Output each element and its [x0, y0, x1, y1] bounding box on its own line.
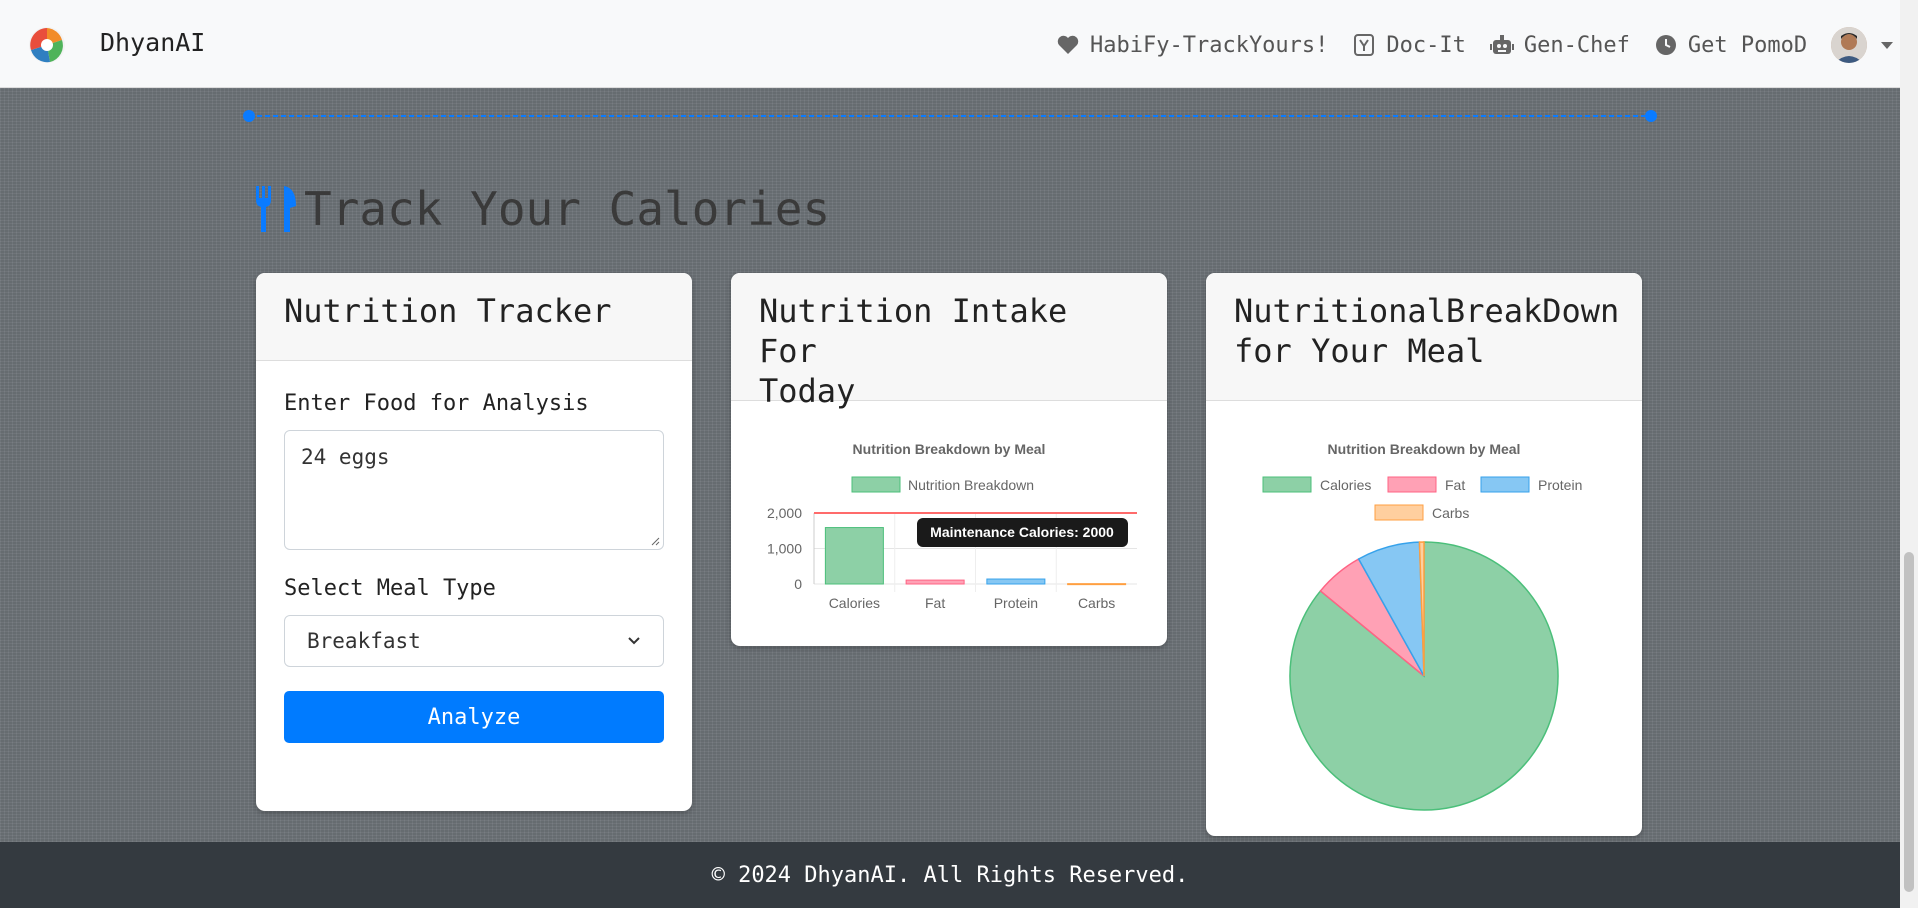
- utensils-icon: [256, 186, 296, 232]
- breakdown-card-title-line2: for Your Meal: [1234, 332, 1485, 370]
- bar-chart-title: Nutrition Breakdown by Meal: [853, 441, 1046, 457]
- bar-x-tick-label: Carbs: [1078, 595, 1115, 611]
- pie-legend-label: Fat: [1445, 477, 1465, 493]
- pie-legend-swatch-carbs: [1374, 504, 1424, 521]
- yahoo-icon: [1352, 33, 1376, 57]
- nutrition-tracker-card: Nutrition Tracker Enter Food for Analysi…: [256, 273, 692, 811]
- nav-pomod-label: Get PomoD: [1687, 32, 1808, 58]
- tooltip-label: Maintenance Calories: 2000: [930, 524, 1114, 540]
- breakdown-card-header: NutritionalBreakDown for Your Meal: [1206, 273, 1642, 401]
- section-heading: Track Your Calories: [254, 182, 830, 236]
- chevron-down-icon: [628, 637, 640, 645]
- bar-carbs: [1067, 583, 1127, 586]
- nav-pomod-link[interactable]: Get PomoD: [1654, 28, 1807, 62]
- bar-protein: [986, 578, 1046, 585]
- bar-y-tick-label: 1,000: [767, 541, 802, 557]
- food-textarea-value: 24 eggs: [301, 445, 390, 469]
- nav-habify-label: HabiFy-TrackYours!: [1090, 32, 1329, 58]
- page-title: Track Your Calories: [304, 182, 831, 236]
- bar-x-tick-label: Fat: [925, 595, 945, 611]
- user-menu-caret-icon[interactable]: [1881, 41, 1894, 49]
- pie-chart-title: Nutrition Breakdown by Meal: [1328, 441, 1521, 457]
- pie-legend-swatch-calories: [1262, 476, 1312, 493]
- bar-x-tick-label: Protein: [994, 595, 1038, 611]
- brand-logo[interactable]: [28, 26, 66, 64]
- nutrition-intake-card: Nutrition Intake For Today Nutrition Bre…: [731, 273, 1167, 646]
- tracker-card-title: Nutrition Tracker: [284, 292, 612, 330]
- nav-links: HabiFy-TrackYours! Doc-It Gen-Chef Get P…: [1056, 27, 1894, 63]
- nav-docit-label: Doc-It: [1386, 32, 1466, 58]
- bar-legend-swatch: [851, 476, 901, 493]
- resize-handle-icon[interactable]: [650, 536, 660, 546]
- nav-genchef-label: Gen-Chef: [1523, 32, 1630, 58]
- scrollbar-thumb[interactable]: [1904, 552, 1914, 892]
- pie-legend-label: Calories: [1320, 477, 1371, 493]
- pie-legend-swatch-fat: [1387, 476, 1437, 493]
- pie-legend-label: Carbs: [1432, 505, 1469, 521]
- clock-icon: [1654, 33, 1678, 57]
- bar-y-tick-label: 2,000: [767, 505, 802, 521]
- footer: © 2024 DhyanAI. All Rights Reserved.: [0, 842, 1900, 908]
- meal-type-label: Select Meal Type: [284, 576, 496, 601]
- intake-card-title-line1: Nutrition Intake For: [759, 292, 1068, 370]
- brand-name[interactable]: DhyanAI: [100, 28, 205, 57]
- footer-copyright: © 2024 DhyanAI. All Rights Reserved.: [711, 862, 1189, 888]
- page-scrollbar[interactable]: [1900, 0, 1918, 908]
- maintenance-calories-tooltip: Maintenance Calories: 2000: [917, 518, 1128, 547]
- nutrition-bar-chart[interactable]: Nutrition Breakdown by Meal Nutrition Bre…: [731, 401, 1167, 646]
- food-textarea[interactable]: 24 eggs: [284, 430, 664, 550]
- bar-calories: [824, 527, 884, 585]
- user-avatar[interactable]: [1831, 27, 1868, 63]
- meal-type-select[interactable]: Breakfast: [284, 615, 664, 667]
- bar-y-tick-label: 0: [794, 576, 802, 592]
- nav-genchef-link[interactable]: Gen-Chef: [1489, 28, 1630, 62]
- navbar: DhyanAI HabiFy-TrackYours! Doc-It Gen-Ch…: [0, 0, 1900, 88]
- analyze-button[interactable]: Analyze: [284, 691, 664, 743]
- nutritional-breakdown-card: NutritionalBreakDown for Your Meal Nutri…: [1206, 273, 1642, 836]
- bar-fat: [905, 579, 965, 585]
- nutrition-pie-chart[interactable]: Nutrition Breakdown by Meal Calories Fat Pr…: [1206, 401, 1642, 836]
- pie-legend-swatch-protein: [1480, 476, 1530, 493]
- nav-docit-link[interactable]: Doc-It: [1352, 28, 1466, 62]
- bar-x-tick-label: Calories: [829, 595, 880, 611]
- intake-card-header: Nutrition Intake For Today: [731, 273, 1167, 410]
- robot-icon: [1489, 33, 1514, 57]
- progress-timeline: [243, 110, 1657, 122]
- breakdown-card-title-line1: NutritionalBreakDown: [1234, 292, 1620, 330]
- bar-legend-label: Nutrition Breakdown: [908, 477, 1034, 493]
- food-input-label: Enter Food for Analysis: [284, 391, 589, 416]
- heart-icon: [1056, 33, 1080, 57]
- tracker-card-header: Nutrition Tracker: [256, 273, 692, 361]
- meal-type-value: Breakfast: [307, 629, 421, 653]
- tracker-form: Enter Food for Analysis 24 eggs Select M…: [256, 361, 692, 771]
- nav-habify-link[interactable]: HabiFy-TrackYours!: [1056, 28, 1328, 62]
- pie-legend-label: Protein: [1538, 477, 1582, 493]
